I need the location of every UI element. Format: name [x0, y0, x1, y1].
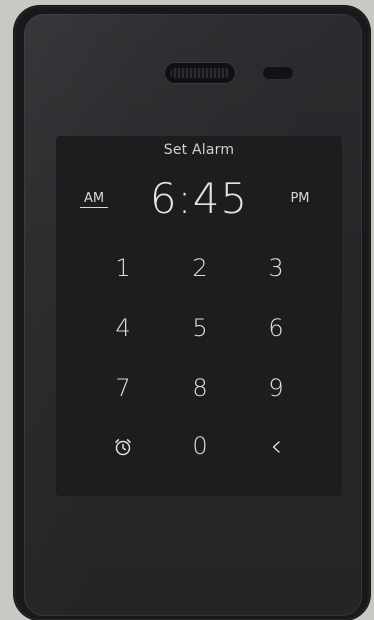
key-2[interactable]: 2 [175, 246, 225, 290]
proximity-sensor [262, 66, 294, 80]
pm-toggle[interactable]: PM [286, 191, 314, 206]
speaker-grille [170, 68, 230, 78]
key-8[interactable]: 8 [175, 366, 225, 410]
am-toggle[interactable]: AM [80, 191, 108, 208]
screen-title: Set Alarm [163, 142, 235, 158]
key-4[interactable]: 4 [98, 306, 148, 350]
alarm-key[interactable] [98, 424, 148, 468]
alarm-clock-icon [115, 439, 131, 456]
key-7[interactable]: 7 [98, 366, 148, 410]
key-3[interactable]: 3 [251, 246, 301, 290]
key-5[interactable]: 5 [175, 306, 225, 350]
key-6[interactable]: 6 [251, 306, 301, 350]
key-1[interactable]: 1 [98, 246, 148, 290]
chevron-left-icon [272, 441, 280, 453]
backspace-key[interactable] [251, 424, 301, 468]
numeric-keypad: 1 2 3 4 5 6 7 8 9 0 [84, 246, 316, 486]
device-photo-backdrop: Set Alarm AM 6:45 PM 1 2 3 4 5 6 7 8 9 0 [0, 0, 374, 620]
alarm-screen: Set Alarm AM 6:45 PM 1 2 3 4 5 6 7 8 9 0 [56, 136, 342, 496]
key-0[interactable]: 0 [175, 424, 225, 468]
earpiece-speaker [164, 62, 236, 84]
key-9[interactable]: 9 [251, 366, 301, 410]
alarm-time-display: 6:45 [149, 174, 249, 223]
